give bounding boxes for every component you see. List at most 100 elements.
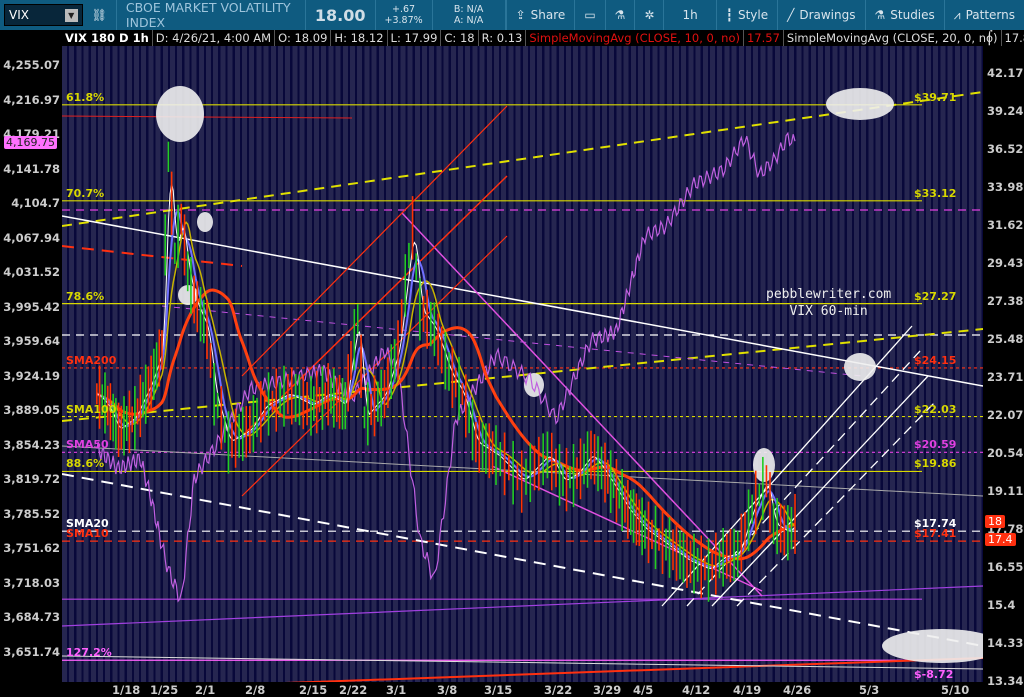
trendline-yellow-lower: [62, 328, 983, 422]
chart-plot-area[interactable]: pebblewriter.com VIX 60-min 61.8% $39.71 70…: [62, 46, 983, 682]
right-axis-tick: 39.24: [987, 104, 1024, 118]
date-axis-tick: 5/3: [859, 683, 880, 697]
left-axis-tick: 3,995.42: [3, 299, 60, 314]
share-label: Share: [530, 8, 566, 22]
level-price: $17.41: [914, 527, 957, 541]
date-axis-tick: 5/10: [941, 683, 970, 697]
symbol-select[interactable]: VIX ▼: [4, 4, 83, 26]
left-axis-tick: 4,031.52: [3, 265, 60, 279]
sma20-legend[interactable]: SimpleMovingAvg (CLOSE, 20, 0, no): [784, 30, 1002, 46]
left-axis-tick: 4,255.07: [3, 58, 60, 72]
left-axis-tick: 3,718.03: [3, 575, 60, 590]
share-icon: ⇪: [515, 8, 526, 22]
bar-low: L: 17.99: [388, 30, 442, 46]
left-axis-tick: 4,067.94: [3, 230, 60, 245]
level-label: 61.8%: [66, 90, 105, 104]
studies-button[interactable]: ⚗ Studies: [866, 0, 945, 30]
highlight-ellipse: [524, 373, 544, 397]
bar-high: H: 18.12: [331, 30, 388, 46]
right-axis-tick: 19.11: [987, 484, 1024, 498]
interval-button[interactable]: 1h: [664, 0, 717, 30]
date-axis-tick: 3/15: [484, 683, 513, 697]
level-label: SMA50: [66, 438, 109, 452]
gear-icon[interactable]: ✲: [635, 0, 665, 30]
left-axis-tick: 4,141.78: [3, 161, 60, 176]
pencil-line-icon: ╱: [787, 8, 795, 22]
left-axis-tick: 3,751.62: [3, 541, 60, 555]
drawings-button[interactable]: ╱ Drawings: [778, 0, 866, 30]
left-axis-tick: 3,924.19: [3, 368, 60, 383]
net-change: +.67: [392, 4, 416, 15]
date-axis-tick: 1/18: [112, 683, 141, 697]
level-price: $19.86: [914, 457, 957, 471]
share-button[interactable]: ⇪ Share: [505, 0, 576, 30]
trendline-red-dashed: [62, 245, 243, 267]
date-axis-tick: 3/22: [544, 683, 573, 697]
right-axis-tick: 13.34: [987, 674, 1024, 688]
bar-close: C: 18: [441, 30, 479, 46]
left-axis-tick: 3,854.23: [3, 437, 60, 452]
right-axis-tick: 27.38: [987, 294, 1024, 308]
bid-ask: B: N/A A: N/A: [433, 0, 506, 30]
level-label: SMA10: [66, 527, 109, 541]
bid: B: N/A: [453, 4, 484, 15]
left-axis-tick: 3,819.72: [3, 472, 60, 486]
bar-date: D: 4/26/21, 4:00 AM: [153, 30, 276, 46]
sma-mid-line: [96, 221, 796, 567]
collapse-chart-icon[interactable]: ⌠: [986, 31, 993, 46]
pct-change: +3.87%: [384, 15, 423, 26]
style-button[interactable]: ┇ Style: [717, 0, 779, 30]
chevron-down-icon[interactable]: ▼: [64, 8, 78, 22]
level-label: 88.6%: [66, 457, 105, 471]
left-axis-tick: 4,216.97: [3, 92, 60, 107]
sma-long-line: [96, 288, 796, 561]
level-label: SMA200: [66, 353, 117, 367]
date-axis-tick: 4/19: [733, 683, 762, 697]
spx-price-badge: 4,169.75: [4, 136, 57, 149]
date-axis-tick: 3/29: [593, 683, 622, 697]
right-axis-tick: 33.98: [987, 180, 1024, 194]
alert-icon[interactable]: ▭: [575, 0, 606, 30]
info-bar: VIX 180 D 1h D: 4/26/21, 4:00 AM O: 18.0…: [62, 30, 1024, 46]
patterns-button[interactable]: ⩘ Patterns: [945, 0, 1024, 30]
chart-svg: [62, 86, 983, 682]
left-axis-tick: 4,104.7: [11, 196, 60, 210]
right-axis-tick: 42.17: [987, 66, 1024, 80]
sma10-value: 17.57: [744, 30, 784, 46]
date-axis-tick: 2/22: [339, 683, 368, 697]
chart-title: VIX 180 D 1h: [62, 30, 153, 46]
flask-icon: ⚗: [874, 8, 886, 22]
candle-icon: ┇: [725, 8, 733, 22]
channel-magenta: [491, 465, 763, 592]
patterns-icon: ⩘: [953, 7, 961, 22]
left-axis-tick: 3,785.52: [3, 506, 60, 521]
right-axis-tick: 23.71: [987, 370, 1024, 384]
level-price: $22.03: [914, 402, 957, 416]
trendline-purple: [62, 585, 983, 627]
left-axis-tick: 3,651.74: [3, 644, 60, 659]
patterns-label: Patterns: [965, 8, 1015, 22]
right-axis-tick: 14.33: [987, 636, 1024, 650]
date-axis-tick: 4/5: [633, 683, 654, 697]
date-axis-tick: 2/8: [245, 683, 266, 697]
right-axis-tick: 22.07: [987, 408, 1024, 422]
flask-icon[interactable]: ⚗: [606, 0, 636, 30]
level-label: 78.6%: [66, 289, 105, 303]
drawings-label: Drawings: [799, 8, 856, 22]
left-axis-tick: 3,959.64: [3, 334, 60, 348]
channel-white: [686, 350, 921, 607]
watermark: pebblewriter.com VIX 60-min: [766, 286, 891, 320]
link-icon[interactable]: ⛓: [83, 0, 117, 30]
sma-price-badge: 17.4: [985, 533, 1016, 546]
date-axis-tick: 2/15: [299, 683, 328, 697]
highlight-ellipse: [156, 86, 204, 142]
right-axis-tick: 15.4: [987, 598, 1016, 612]
change-box: +.67 +3.87%: [376, 0, 433, 30]
date-axis-tick: 4/26: [783, 683, 812, 697]
watermark-caption: VIX 60-min: [789, 304, 868, 319]
last-price-badge: 18: [985, 515, 1005, 528]
date-axis-tick: 4/12: [682, 683, 711, 697]
sma10-legend[interactable]: SimpleMovingAvg (CLOSE, 10, 0, no): [526, 30, 744, 46]
highlight-ellipse: [197, 212, 213, 232]
date-axis-tick: 1/25: [150, 683, 179, 697]
